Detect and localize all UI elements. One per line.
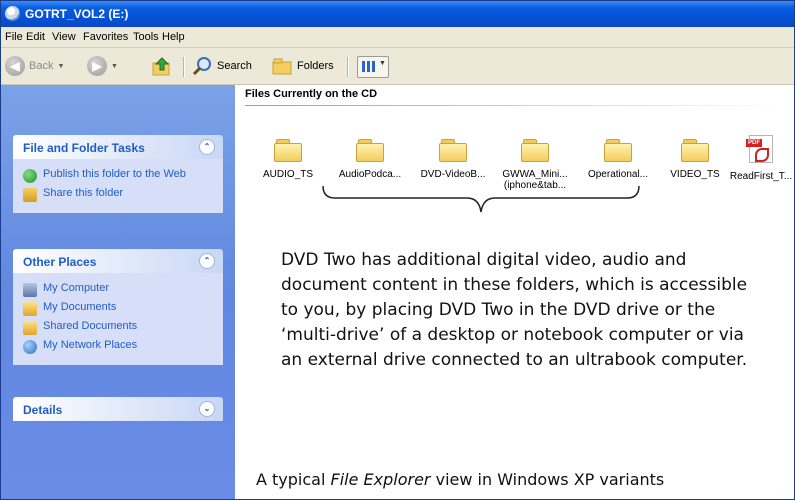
drive-icon <box>5 6 20 21</box>
forward-dropdown-icon: ▼ <box>111 62 118 70</box>
folders-icon <box>272 58 292 75</box>
details-title: Details <box>23 403 63 417</box>
documents-folder-icon <box>23 302 37 316</box>
other-places-body: My Computer My Documents Shared Document… <box>13 273 223 365</box>
collapse-icon[interactable]: ⌃ <box>199 139 215 155</box>
folders-label: Folders <box>297 60 334 72</box>
share-folder-icon <box>23 188 37 202</box>
annotation-text: DVD Two has additional digital video, au… <box>281 250 748 370</box>
place-my-network-places[interactable]: My Network Places <box>23 339 215 354</box>
folder-item[interactable]: AUDIO_TS <box>250 139 326 180</box>
menu-bar: File Edit View Favorites Tools Help <box>1 27 794 48</box>
search-label: Search <box>217 60 252 72</box>
menu-edit[interactable]: Edit <box>26 31 45 43</box>
folder-icon <box>439 139 467 162</box>
computer-icon <box>23 283 37 297</box>
task-publish-web-label: Publish this folder to the Web <box>43 168 186 180</box>
file-folder-tasks-header[interactable]: File and Folder Tasks ⌃ <box>13 135 223 159</box>
other-places-title: Other Places <box>23 255 97 269</box>
file-name: VIDEO_TS <box>670 169 720 180</box>
footer-italic: File Explorer <box>330 470 431 489</box>
pdf-icon: PDF <box>746 135 773 163</box>
other-places-panel: Other Places ⌃ My Computer My Documents … <box>13 249 223 365</box>
file-name: Operational... <box>587 169 649 180</box>
views-button[interactable]: ▼ <box>357 56 389 78</box>
file-name: DVD-VideoB... <box>420 169 486 180</box>
back-arrow-icon: ◀ <box>5 56 25 76</box>
place-my-network-places-label: My Network Places <box>43 339 138 351</box>
file-folder-tasks-title: File and Folder Tasks <box>23 141 145 155</box>
folders-button[interactable]: Folders <box>271 55 334 77</box>
toolbar-separator <box>347 57 349 77</box>
folder-icon <box>604 139 632 162</box>
views-dropdown-icon: ▼ <box>379 60 386 67</box>
other-places-header[interactable]: Other Places ⌃ <box>13 249 223 273</box>
footer-caption: A typical File Explorer view in Windows … <box>256 470 776 489</box>
file-name: AUDIO_TS <box>262 169 313 180</box>
back-dropdown-icon: ▼ <box>57 62 65 70</box>
place-my-documents[interactable]: My Documents <box>23 301 215 316</box>
folder-item[interactable]: Operational... <box>580 139 656 180</box>
footer-prefix: A typical <box>256 470 331 489</box>
task-publish-web[interactable]: Publish this folder to the Web <box>23 168 215 183</box>
place-my-computer[interactable]: My Computer <box>23 282 215 297</box>
collapse-icon[interactable]: ⌃ <box>199 253 215 269</box>
folder-icon <box>274 139 302 162</box>
file-name: AudioPodca... <box>338 169 402 180</box>
annotation-brace <box>322 185 640 213</box>
menu-view[interactable]: View <box>52 31 76 43</box>
menu-file[interactable]: File <box>5 31 23 43</box>
forward-arrow-icon: ▶ <box>87 56 107 76</box>
folder-icon <box>356 139 384 162</box>
search-icon <box>192 57 211 76</box>
folder-icon <box>681 139 709 162</box>
expand-icon[interactable]: ⌄ <box>199 401 215 417</box>
menu-tools[interactable]: Tools <box>133 31 159 43</box>
up-folder-button[interactable] <box>151 55 173 77</box>
folder-item[interactable]: VIDEO_TS <box>657 139 733 180</box>
up-folder-icon <box>152 57 170 76</box>
task-share-folder[interactable]: Share this folder <box>23 187 215 202</box>
globe-icon <box>23 169 37 183</box>
footer-suffix: view in Windows XP variants <box>430 470 665 489</box>
forward-button[interactable]: ▶ ▼ <box>87 55 118 77</box>
place-my-documents-label: My Documents <box>43 301 117 313</box>
task-pane: File and Folder Tasks ⌃ Publish this fol… <box>1 85 235 499</box>
toolbar: ◀ Back ▼ ▶ ▼ Search Folders ▼ <box>1 48 794 85</box>
details-header[interactable]: Details ⌄ <box>13 397 223 421</box>
caption-divider <box>245 105 790 106</box>
menu-help[interactable]: Help <box>162 31 185 43</box>
file-name: ReadFirst_T... <box>729 171 793 182</box>
task-share-folder-label: Share this folder <box>43 187 124 199</box>
title-bar[interactable]: GOTRT_VOL2 (E:) <box>1 1 794 27</box>
window-title: GOTRT_VOL2 (E:) <box>25 7 129 21</box>
pdf-file-item[interactable]: PDF ReadFirst_T... <box>723 135 794 182</box>
search-button[interactable]: Search <box>191 55 252 77</box>
place-shared-documents[interactable]: Shared Documents <box>23 320 215 335</box>
toolbar-separator <box>183 57 185 77</box>
back-label: Back <box>29 60 54 72</box>
views-icon <box>362 61 376 72</box>
back-button[interactable]: ◀ Back ▼ <box>5 55 64 77</box>
folder-item[interactable]: AudioPodca... <box>332 139 408 180</box>
file-folder-tasks-body: Publish this folder to the Web Share thi… <box>13 159 223 213</box>
menu-favorites[interactable]: Favorites <box>83 31 128 43</box>
group-caption: Files Currently on the CD <box>245 88 378 100</box>
place-shared-documents-label: Shared Documents <box>43 320 138 332</box>
folder-item[interactable]: DVD-VideoB... <box>415 139 491 180</box>
folder-icon <box>521 139 549 162</box>
details-panel: Details ⌄ <box>13 397 223 421</box>
shared-folder-icon <box>23 321 37 335</box>
file-folder-tasks-panel: File and Folder Tasks ⌃ Publish this fol… <box>13 135 223 213</box>
network-icon <box>23 340 37 354</box>
explorer-window: GOTRT_VOL2 (E:) File Edit View Favorites… <box>0 0 795 500</box>
place-my-computer-label: My Computer <box>43 282 110 294</box>
